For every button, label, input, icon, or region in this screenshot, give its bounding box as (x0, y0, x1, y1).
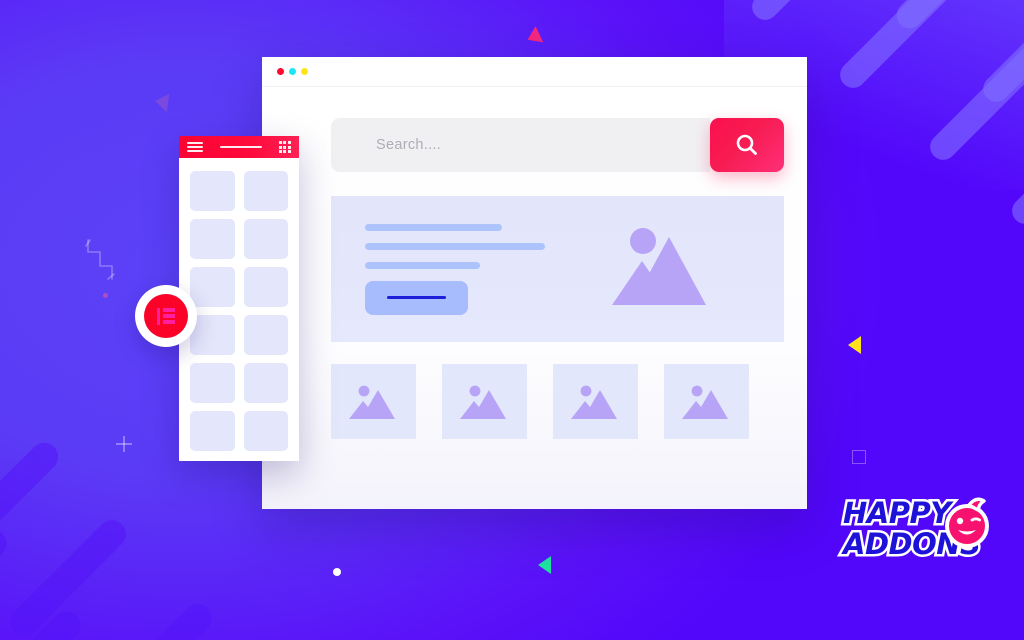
search-input-container[interactable] (331, 118, 710, 172)
browser-window-mockup (262, 57, 807, 509)
mobile-tile[interactable] (243, 219, 288, 259)
window-maximize-dot[interactable] (301, 68, 308, 75)
hero-banner-placeholder (331, 196, 784, 342)
mobile-tile[interactable] (190, 267, 235, 307)
hamburger-menu-icon[interactable] (187, 142, 203, 152)
hero-headline-placeholder (365, 223, 502, 231)
mobile-tile[interactable] (190, 171, 235, 211)
window-close-dot[interactable] (277, 68, 284, 75)
image-placeholder-icon (570, 385, 617, 419)
happy-face-icon (944, 497, 990, 548)
plus-mark-decoration (116, 436, 132, 452)
mobile-tile[interactable] (243, 411, 288, 451)
mobile-title-placeholder (219, 145, 262, 149)
window-minimize-dot[interactable] (289, 68, 296, 75)
mobile-tile[interactable] (190, 411, 235, 451)
dot-white-decoration (333, 568, 341, 576)
mobile-tile[interactable] (243, 315, 288, 355)
mobile-tile[interactable] (190, 315, 235, 355)
mobile-tile[interactable] (243, 363, 288, 403)
hero-cta-label-placeholder (387, 295, 446, 300)
search-icon (736, 134, 757, 155)
elementor-logo-icon (157, 307, 175, 325)
mobile-tile[interactable] (243, 171, 288, 211)
triangle-yellow-icon (848, 336, 861, 354)
triangle-purple-icon (153, 92, 170, 112)
image-placeholder-icon (348, 385, 395, 419)
browser-content-area (262, 87, 807, 509)
hero-image-placeholder (606, 221, 722, 318)
card-item[interactable] (331, 364, 416, 439)
hero-body-placeholder (365, 261, 480, 269)
mobile-panel-mockup (179, 136, 299, 461)
hero-text-block (365, 223, 606, 315)
card-row (331, 364, 784, 439)
search-input[interactable] (376, 137, 710, 153)
hero-subheadline-placeholder (365, 242, 545, 250)
hero-cta-button[interactable] (365, 280, 468, 315)
mobile-tile-grid (179, 158, 299, 461)
image-placeholder-icon (459, 385, 506, 419)
card-item[interactable] (553, 364, 638, 439)
elementor-logo-badge[interactable] (135, 285, 197, 347)
diagonal-stripes-bottom-left (0, 437, 230, 640)
banner-stage: HAPPY ADDONS (0, 0, 1024, 640)
card-item[interactable] (664, 364, 749, 439)
search-submit-button[interactable] (710, 118, 784, 172)
mobile-panel-header (179, 136, 299, 158)
zigzag-line-icon (85, 239, 115, 280)
triangle-green-icon (538, 556, 551, 574)
mobile-tile[interactable] (243, 267, 288, 307)
grid-view-icon[interactable] (278, 140, 291, 154)
dot-pink-decoration (103, 293, 108, 298)
square-outline-decoration (852, 450, 866, 464)
happy-addons-logo: HAPPY ADDONS (840, 495, 1003, 570)
elementor-logo-circle (144, 294, 188, 338)
browser-titlebar (262, 57, 807, 87)
card-item[interactable] (442, 364, 527, 439)
image-placeholder-icon (681, 385, 728, 419)
mobile-tile[interactable] (190, 363, 235, 403)
search-bar (331, 118, 784, 172)
mobile-tile[interactable] (190, 219, 235, 259)
image-placeholder-icon (612, 227, 706, 305)
